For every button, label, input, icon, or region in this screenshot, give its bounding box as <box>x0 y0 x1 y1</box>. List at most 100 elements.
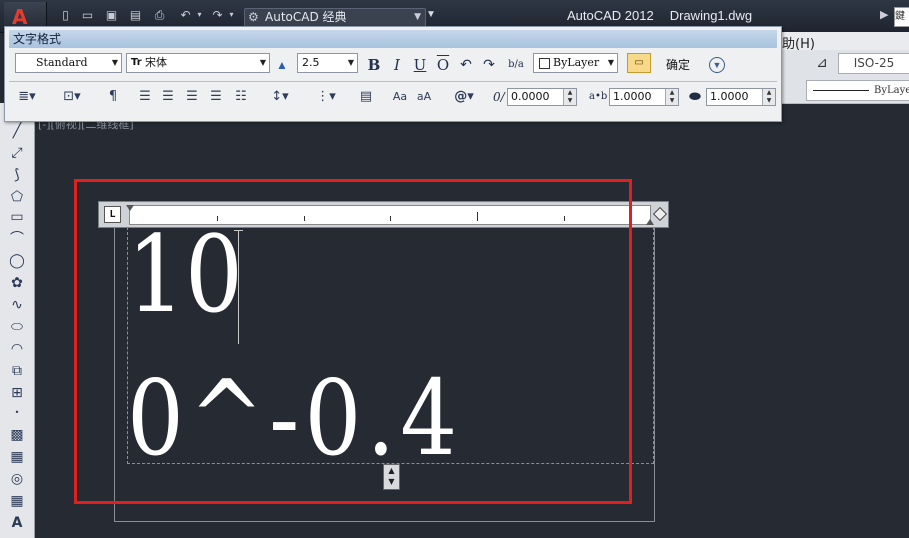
dimension-style-select[interactable]: ISO-25 <box>838 53 909 74</box>
ellipse-icon[interactable]: ⬭ <box>5 317 29 337</box>
mtext-justify-icon[interactable]: ⊡▾ <box>57 87 87 107</box>
new-file-icon[interactable]: ▯ <box>58 8 73 22</box>
ruler-icon[interactable]: ▭ <box>627 53 651 73</box>
distribute-icon[interactable]: ☷ <box>231 87 251 107</box>
app-title: AutoCAD 2012 <box>567 8 654 23</box>
save-icon[interactable]: ▣ <box>104 8 119 22</box>
spinner-arrows-icon[interactable]: ▲ ▼ <box>762 89 775 105</box>
workspace-label: AutoCAD 经典 <box>265 10 347 24</box>
save-as-icon[interactable]: ▤ <box>128 8 143 22</box>
paragraph-icon[interactable]: ¶ <box>103 87 123 107</box>
polygon-icon[interactable]: ⬠ <box>5 187 29 207</box>
line-icon[interactable]: ╱ <box>5 121 29 141</box>
lowercase-icon[interactable]: aA <box>414 87 434 107</box>
text-color-value: ByLayer <box>553 56 600 69</box>
document-title: Drawing1.dwg <box>669 8 753 23</box>
arc-icon[interactable]: ⌒ <box>5 229 29 249</box>
hatch-icon[interactable]: ▩ <box>5 425 29 445</box>
properties-toolbar: ByLayer <box>782 77 909 104</box>
annotative-icon[interactable]: ▲ <box>276 55 288 75</box>
dimension-style-icon[interactable]: ⊿ <box>812 54 832 72</box>
justify-icon[interactable]: ☰ <box>206 87 226 107</box>
uppercase-icon[interactable]: Aa <box>390 87 410 107</box>
line-spacing-icon[interactable]: ↕▾ <box>265 87 295 107</box>
text-color-select[interactable]: ByLayer ▼ <box>533 53 618 73</box>
redo-dropdown-icon[interactable]: ▾ <box>224 8 239 22</box>
font-value: 宋体 <box>145 56 167 69</box>
width-factor-icon: ⬬ <box>689 89 701 105</box>
undo-icon[interactable]: ↶ <box>178 8 193 22</box>
width-factor-input[interactable]: 1.0000 ▲ ▼ <box>706 88 776 106</box>
spline-icon[interactable]: ∿ <box>5 295 29 315</box>
undo-icon[interactable]: ↶ <box>458 55 474 75</box>
italic-button[interactable]: I <box>388 55 406 75</box>
overline-button[interactable]: O <box>434 55 452 75</box>
make-block-icon[interactable]: ⊞ <box>5 383 29 403</box>
rectangle-icon[interactable]: ▭ <box>5 207 29 227</box>
row-separator <box>9 81 777 82</box>
revision-cloud-icon[interactable]: ✿ <box>5 273 29 293</box>
search-input[interactable]: 鍵 <box>894 7 909 27</box>
underline-button[interactable]: U <box>411 55 429 75</box>
symbol-label: @ <box>454 89 468 104</box>
spinner-arrows-icon[interactable]: ▲ ▼ <box>563 89 576 105</box>
bold-button[interactable]: B <box>365 55 383 75</box>
annotation-highlight-box <box>74 179 632 504</box>
circle-icon[interactable]: ◯ <box>5 251 29 271</box>
customize-quick-access-icon[interactable]: ▼ <box>426 9 436 20</box>
point-icon[interactable]: • <box>5 403 29 423</box>
multiline-text-icon[interactable]: A <box>5 513 29 533</box>
search-partial-text: 鍵 <box>895 11 905 22</box>
text-style-select[interactable]: Standard ▼ <box>15 53 122 73</box>
insert-field-icon[interactable]: ▤ <box>356 87 376 107</box>
align-left-icon[interactable]: ☰ <box>135 87 155 107</box>
chevron-down-icon: ▼ <box>347 58 354 67</box>
ruler-width-handle[interactable] <box>652 206 668 222</box>
chevron-down-icon: ▼ <box>259 58 266 67</box>
ellipse-arc-icon[interactable]: ◠ <box>5 339 29 359</box>
ok-button[interactable]: 确定 <box>662 55 694 75</box>
linetype-select[interactable]: ByLayer <box>806 80 909 101</box>
undo-dropdown-icon[interactable]: ▾ <box>192 8 207 22</box>
redo-icon[interactable]: ↷ <box>481 55 497 75</box>
chevron-down-icon: ▼ <box>607 58 614 67</box>
polyline-icon[interactable]: ⟆ <box>5 165 29 185</box>
chevron-down-icon: ▼ <box>414 12 421 22</box>
stack-button[interactable]: b/a <box>505 55 527 75</box>
numbering-icon[interactable]: ⋮▾ <box>311 87 341 107</box>
construction-line-icon[interactable]: ⤢ <box>5 143 29 163</box>
workspace-select[interactable]: ⚙ AutoCAD 经典 ▼ <box>244 8 426 27</box>
columns-icon[interactable]: ≣▾ <box>13 87 41 107</box>
tracking-input[interactable]: 1.0000 ▲ ▼ <box>609 88 679 106</box>
font-select[interactable]: Tr 宋体 ▼ <box>126 53 270 73</box>
open-file-icon[interactable]: ▭ <box>80 8 95 22</box>
draw-toolbar: ╱ ⤢ ⟆ ⬠ ▭ ⌒ ◯ ✿ ∿ ⬭ ◠ ⧉ ⊞ • ▩ ▦ ◎ ▦ A <box>0 103 35 538</box>
redo-icon[interactable]: ↷ <box>210 8 225 22</box>
text-height-select[interactable]: 2.5 ▼ <box>297 53 358 73</box>
chevron-down-icon: ▼ <box>111 58 118 67</box>
table-icon[interactable]: ▦ <box>5 491 29 511</box>
right-indent-marker[interactable] <box>646 219 654 225</box>
oblique-angle-value: 0.0000 <box>511 90 550 103</box>
window-title: AutoCAD 2012 Drawing1.dwg <box>567 8 768 23</box>
plot-icon[interactable]: ⎙ <box>152 8 167 22</box>
styles-toolbar: ⊿ ISO-25 <box>782 50 909 78</box>
truetype-font-icon: Tr <box>131 57 142 68</box>
spinner-arrows-icon[interactable]: ▲ ▼ <box>665 89 678 105</box>
linetype-value: ByLayer <box>874 85 909 96</box>
symbol-icon[interactable]: @▾ <box>450 87 478 107</box>
gear-icon: ⚙ <box>248 10 259 24</box>
text-height-value: 2.5 <box>302 56 320 69</box>
gradient-icon[interactable]: ▦ <box>5 447 29 467</box>
oblique-angle-input[interactable]: 0.0000 ▲ ▼ <box>507 88 577 106</box>
search-expand-icon[interactable]: ▶ <box>880 8 888 21</box>
text-formatting-title-bar[interactable]: 文字格式 <box>9 30 777 48</box>
text-formatting-toolbar: 文字格式 Standard ▼ Tr 宋体 ▼ ▲ 2.5 ▼ B I U O … <box>4 26 782 122</box>
insert-block-icon[interactable]: ⧉ <box>5 361 29 381</box>
region-icon[interactable]: ◎ <box>5 469 29 489</box>
options-icon[interactable]: ▼ <box>709 57 725 73</box>
tracking-value: 1.0000 <box>613 90 652 103</box>
align-right-icon[interactable]: ☰ <box>182 87 202 107</box>
dimension-style-value: ISO-25 <box>853 56 895 70</box>
align-center-icon[interactable]: ☰ <box>158 87 178 107</box>
